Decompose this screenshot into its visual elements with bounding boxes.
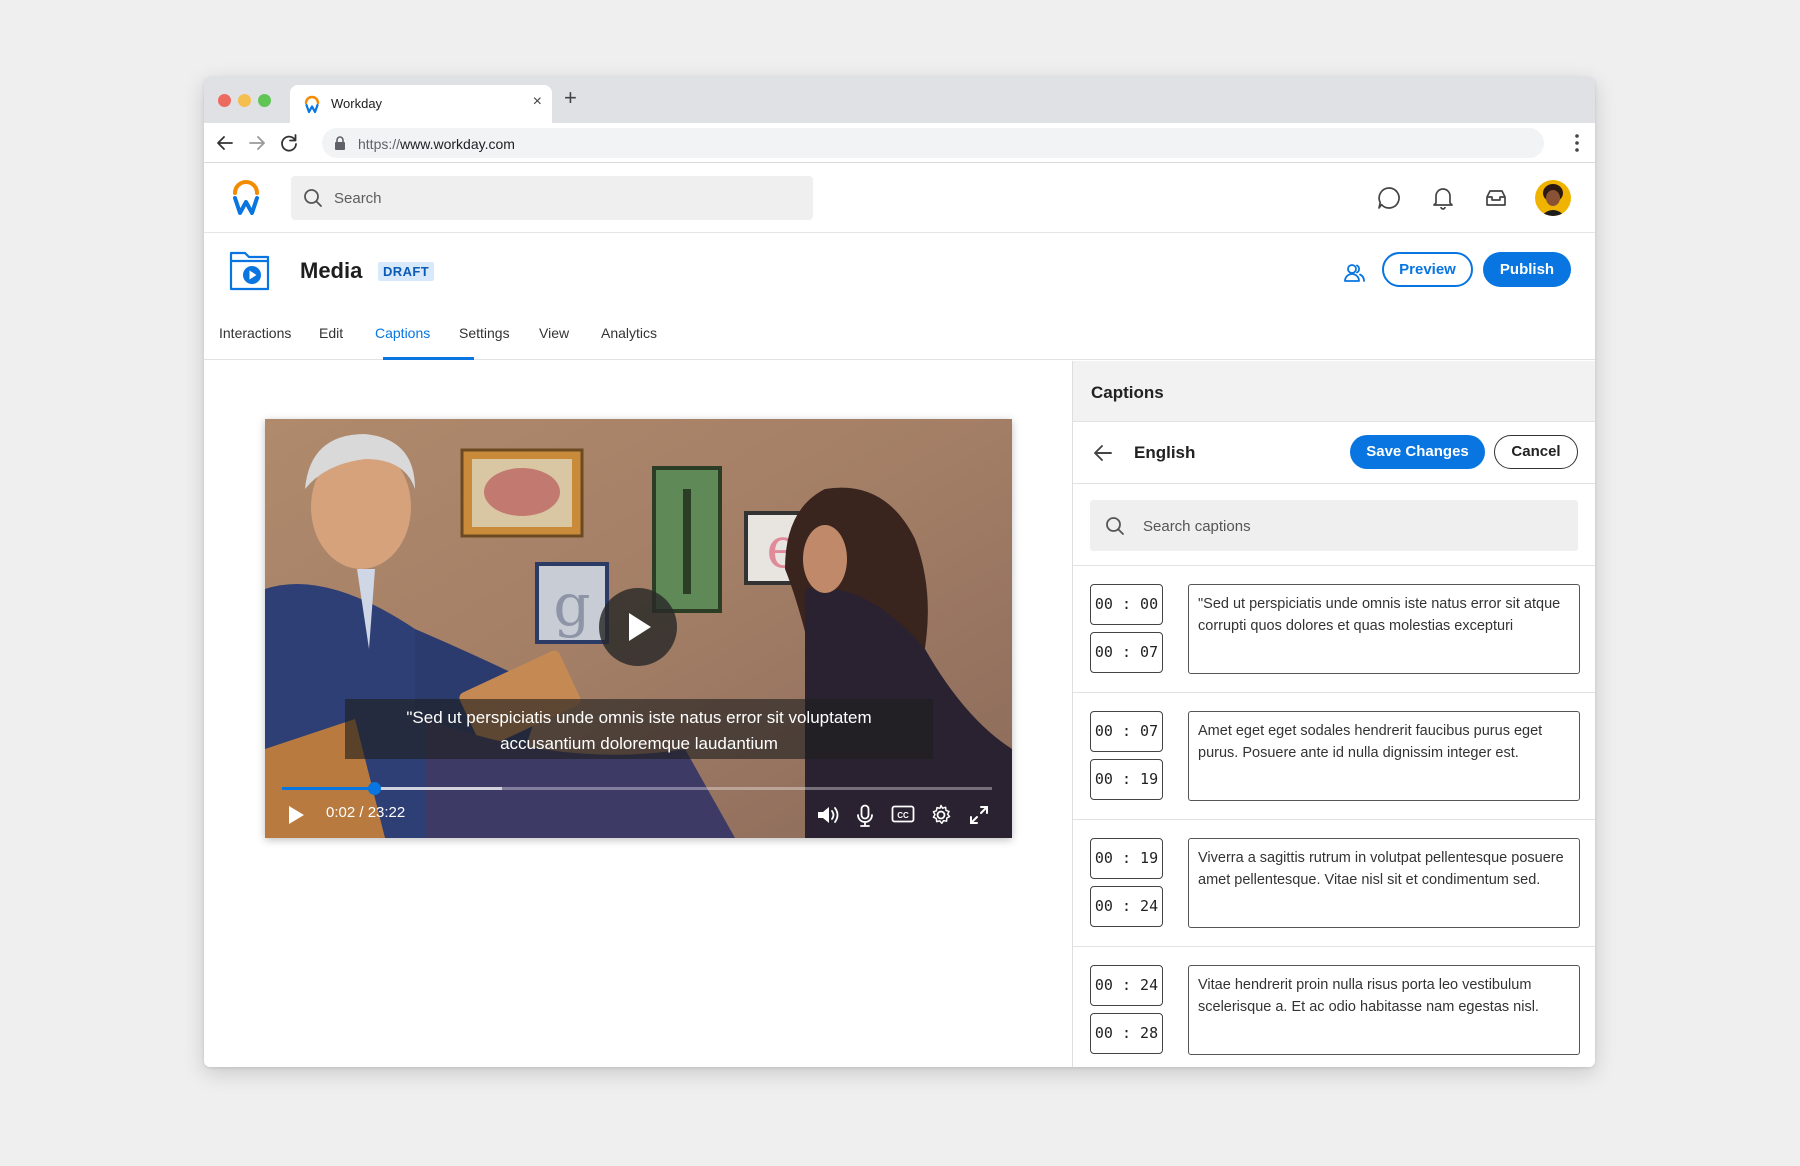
tab-interactions[interactable]: Interactions	[219, 325, 291, 341]
tab-title: Workday	[331, 96, 383, 111]
captions-panel: Captions English Save Changes Cancel Sea…	[1072, 361, 1595, 1067]
save-changes-button[interactable]: Save Changes	[1350, 435, 1485, 469]
tab-close-icon[interactable]: ×	[533, 93, 542, 111]
captions-search-placeholder: Search captions	[1143, 518, 1251, 535]
inbox-icon[interactable]	[1483, 185, 1509, 211]
media-folder-icon	[229, 251, 270, 291]
people-icon[interactable]	[1342, 261, 1366, 285]
video-time: 0:02 / 23:22	[326, 804, 406, 821]
publish-button[interactable]: Publish	[1483, 252, 1571, 287]
caption-row: 00 : 24 00 : 28 Vitae hendrerit proin nu…	[1073, 947, 1595, 1067]
play-overlay-button[interactable]	[599, 588, 677, 666]
subtitle-overlay: "Sed ut perspiciatis unde omnis iste nat…	[345, 699, 933, 759]
svg-text:g: g	[553, 571, 590, 639]
subtitle-line-2: accusantium doloremque laudantium	[500, 734, 778, 753]
caption-row: 00 : 19 00 : 24 Viverra a sagittis rutru…	[1073, 820, 1595, 947]
search-icon	[304, 189, 322, 207]
caption-start-time[interactable]: 00 : 19	[1090, 838, 1163, 879]
video-progress-bar[interactable]	[282, 782, 992, 795]
url-scheme: https://	[358, 136, 401, 152]
caption-end-time[interactable]: 00 : 24	[1090, 886, 1163, 927]
browser-menu-icon[interactable]	[1575, 133, 1579, 153]
subtitle-text: "Sed ut perspiciatis unde omnis iste nat…	[345, 705, 933, 757]
forward-icon[interactable]	[246, 132, 268, 154]
caption-end-time[interactable]: 00 : 19	[1090, 759, 1163, 800]
captions-list: 00 : 00 00 : 07 "Sed ut perspiciatis und…	[1073, 566, 1595, 1067]
minimize-window-button[interactable]	[238, 94, 251, 107]
microphone-icon[interactable]	[855, 804, 875, 828]
avatar[interactable]	[1535, 180, 1571, 216]
close-window-button[interactable]	[218, 94, 231, 107]
closed-captions-icon[interactable]: CC	[891, 804, 915, 824]
tab-edit[interactable]: Edit	[319, 325, 343, 341]
active-tab-indicator	[383, 357, 474, 360]
caption-text-field[interactable]: Vitae hendrerit proin nulla risus porta …	[1188, 965, 1580, 1055]
caption-start-time[interactable]: 00 : 00	[1090, 584, 1163, 625]
caption-text-field[interactable]: Viverra a sagittis rutrum in volutpat pe…	[1188, 838, 1580, 928]
global-search-input[interactable]: Search	[291, 176, 813, 220]
url-host: www.workday.com	[400, 136, 515, 152]
browser-toolbar: https://www.workday.com	[204, 123, 1595, 163]
chat-icon[interactable]	[1376, 185, 1402, 211]
caption-end-time[interactable]: 00 : 07	[1090, 632, 1163, 673]
page-header: Media DRAFT Preview Publish Interactions…	[204, 233, 1595, 360]
caption-row: 00 : 07 00 : 19 Amet eget eget sodales h…	[1073, 693, 1595, 820]
volume-icon[interactable]	[816, 804, 840, 826]
caption-start-time[interactable]: 00 : 07	[1090, 711, 1163, 752]
reload-icon[interactable]	[278, 132, 300, 154]
captions-panel-header: Captions	[1073, 361, 1595, 422]
tab-captions[interactable]: Captions	[375, 325, 430, 341]
fullscreen-icon[interactable]	[968, 804, 990, 826]
avatar-image	[1535, 180, 1571, 216]
maximize-window-button[interactable]	[258, 94, 271, 107]
page-tabs: Interactions Edit Captions Settings View…	[204, 313, 1595, 360]
tab-view[interactable]: View	[539, 325, 569, 341]
workday-favicon-icon	[304, 95, 320, 114]
play-icon	[629, 613, 651, 641]
caption-row: 00 : 00 00 : 07 "Sed ut perspiciatis und…	[1073, 566, 1595, 693]
captions-search-section: Search captions	[1073, 484, 1595, 566]
tab-analytics[interactable]: Analytics	[601, 325, 657, 341]
preview-button[interactable]: Preview	[1382, 252, 1473, 287]
browser-window: Workday × + https://www.workday.com Sear…	[204, 77, 1595, 1067]
progress-fill	[282, 787, 375, 790]
captions-panel-title: Captions	[1091, 383, 1164, 402]
browser-tab[interactable]: Workday ×	[290, 85, 552, 123]
browser-tabstrip: Workday × +	[204, 77, 1595, 123]
progress-knob[interactable]	[367, 782, 381, 795]
svg-text:CC: CC	[897, 811, 909, 820]
caption-text-field[interactable]: "Sed ut perspiciatis unde omnis iste nat…	[1188, 584, 1580, 674]
settings-gear-icon[interactable]	[930, 804, 952, 826]
search-icon	[1106, 517, 1124, 535]
caption-text-field[interactable]: Amet eget eget sodales hendrerit faucibu…	[1188, 711, 1580, 801]
subtitle-line-1: "Sed ut perspiciatis unde omnis iste nat…	[406, 708, 872, 727]
address-bar[interactable]: https://www.workday.com	[322, 128, 1544, 158]
video-player[interactable]: e g "Sed ut perspiciatis unde omnis iste…	[265, 419, 1012, 838]
workday-logo-icon[interactable]	[230, 179, 262, 217]
caption-end-time[interactable]: 00 : 28	[1090, 1013, 1163, 1054]
search-placeholder: Search	[334, 190, 382, 207]
back-icon[interactable]	[214, 132, 236, 154]
page-title: Media	[300, 258, 363, 283]
url-text: https://www.workday.com	[358, 136, 515, 152]
lock-icon	[335, 136, 345, 150]
captions-search-input[interactable]: Search captions	[1090, 500, 1578, 551]
language-label: English	[1134, 443, 1196, 462]
play-pause-icon[interactable]	[286, 804, 306, 826]
status-badge: DRAFT	[378, 262, 435, 281]
tab-settings[interactable]: Settings	[459, 325, 510, 341]
cancel-button[interactable]: Cancel	[1494, 435, 1578, 469]
bell-icon[interactable]	[1430, 185, 1456, 211]
caption-start-time[interactable]: 00 : 24	[1090, 965, 1163, 1006]
new-tab-button[interactable]: +	[564, 85, 577, 111]
app-header: Search	[204, 163, 1595, 233]
back-arrow-icon[interactable]	[1092, 442, 1114, 464]
language-row: English Save Changes Cancel	[1073, 422, 1595, 484]
